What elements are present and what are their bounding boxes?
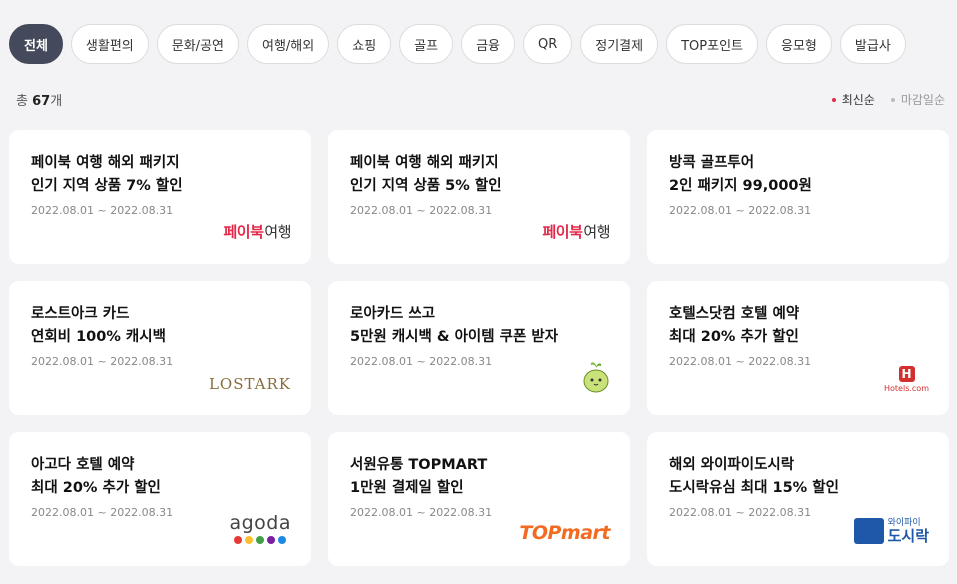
agoda-dots xyxy=(234,536,287,544)
event-title: 호텔스닷컴 호텔 예약 최대 20% 추가 할인 xyxy=(669,306,800,345)
tab-shopping[interactable]: 쇼핑 xyxy=(337,24,392,64)
topmart-logo: TOPmart xyxy=(519,522,610,544)
event-title: 페이북 여행 해외 패키지 인기 지역 상품 7% 할인 xyxy=(31,155,183,194)
sort-options: 최신순 마감일순 xyxy=(831,91,945,108)
wifi-dosirak-logo: 와이파이 도시락 xyxy=(853,518,929,544)
agoda-dot xyxy=(245,536,254,544)
event-card[interactable]: 해외 와이파이도시락 도시락유심 최대 15% 할인 2022.08.01 ~ 2… xyxy=(647,432,949,566)
tab-subscription[interactable]: 정기결제 xyxy=(580,24,659,64)
event-period: 2022.08.01 ~ 2022.08.31 xyxy=(31,355,174,368)
event-card[interactable]: 로아카드 쓰고 5만원 캐시백 & 아이템 쿠폰 받자 2022.08.01 ~ … xyxy=(328,281,630,415)
event-title: 방콕 골프투어 2인 패키지 99,000원 xyxy=(669,155,812,194)
event-period: 2022.08.01 ~ 2022.08.31 xyxy=(31,204,174,217)
tab-issuer[interactable]: 발급사 xyxy=(839,24,906,64)
event-title: 아고다 호텔 예약 최대 20% 추가 할인 xyxy=(31,457,161,496)
hotels-com-logo: H Hotels.com xyxy=(884,366,929,393)
tab-travel[interactable]: 여행/해외 xyxy=(247,24,330,64)
tab-golf[interactable]: 골프 xyxy=(399,24,454,64)
total-count: 총 67개 xyxy=(16,94,63,109)
event-card[interactable]: 서원유통 TOPMART 1만원 결제일 할인 2022.08.01 ~ 2022… xyxy=(328,432,630,566)
agoda-dot xyxy=(234,536,243,544)
event-card[interactable]: 로스트아크 카드 연회비 100% 캐시백 2022.08.01 ~ 2022.0… xyxy=(9,281,311,415)
tab-culture[interactable]: 문화/공연 xyxy=(156,24,239,64)
hotels-mark: H xyxy=(898,366,915,382)
hotels-wordmark: Hotels.com xyxy=(884,384,929,393)
tab-all[interactable]: 전체 xyxy=(9,24,63,64)
sort-latest[interactable]: 최신순 xyxy=(831,91,875,108)
event-period: 2022.08.01 ~ 2022.08.31 xyxy=(350,204,493,217)
event-card[interactable]: 페이북 여행 해외 패키지 인기 지역 상품 5% 할인 2022.08.01 ~… xyxy=(328,130,630,264)
event-grid: 페이북 여행 해외 패키지 인기 지역 상품 7% 할인 2022.08.01 ~… xyxy=(9,130,949,566)
tab-finance[interactable]: 금융 xyxy=(461,24,515,64)
event-card[interactable]: 호텔스닷컴 호텔 예약 최대 20% 추가 할인 2022.08.01 ~ 202… xyxy=(647,281,949,415)
event-title: 로스트아크 카드 연회비 100% 캐시백 xyxy=(31,306,166,345)
tab-qr[interactable]: QR xyxy=(523,24,573,64)
agoda-dot xyxy=(278,536,287,544)
event-title: 페이북 여행 해외 패키지 인기 지역 상품 5% 할인 xyxy=(350,155,502,194)
event-title: 서원유통 TOPMART 1만원 결제일 할인 xyxy=(350,457,488,496)
event-period: 2022.08.01 ~ 2022.08.31 xyxy=(669,204,812,217)
event-period: 2022.08.01 ~ 2022.08.31 xyxy=(350,355,493,368)
tab-living[interactable]: 생활편의 xyxy=(70,24,149,64)
event-card[interactable]: 아고다 호텔 예약 최대 20% 추가 할인 2022.08.01 ~ 2022.… xyxy=(9,432,311,566)
lostark-logo: LOSTARK xyxy=(208,375,291,393)
paybook-travel-logo: 페이북 여행 xyxy=(542,223,610,241)
event-card[interactable]: 방콕 골프투어 2인 패키지 99,000원 2022.08.01 ~ 2022.… xyxy=(647,130,949,264)
paybook-travel-logo: 페이북 여행 xyxy=(223,223,291,241)
event-title: 해외 와이파이도시락 도시락유심 최대 15% 할인 xyxy=(669,457,839,496)
sort-dot xyxy=(890,97,895,102)
wifi-icon xyxy=(853,518,884,544)
category-tabs: 전체 생활편의 문화/공연 여행/해외 쇼핑 골프 금융 QR 정기결제 TOP… xyxy=(9,24,906,64)
sort-deadline[interactable]: 마감일순 xyxy=(890,91,945,108)
event-period: 2022.08.01 ~ 2022.08.31 xyxy=(350,506,493,519)
sort-dot xyxy=(831,97,836,102)
event-title: 로아카드 쓰고 5만원 캐시백 & 아이템 쿠폰 받자 xyxy=(350,306,559,345)
tab-top-point[interactable]: TOP포인트 xyxy=(666,24,759,64)
agoda-dot xyxy=(256,536,265,544)
tab-entry[interactable]: 응모형 xyxy=(766,24,832,64)
event-card[interactable]: 페이북 여행 해외 패키지 인기 지역 상품 7% 할인 2022.08.01 ~… xyxy=(9,130,311,264)
list-header: 총 67개 최신순 마감일순 xyxy=(16,90,945,109)
mokoko-mascot-icon xyxy=(582,361,610,393)
agoda-dot xyxy=(267,536,276,544)
agoda-logo: agoda xyxy=(229,513,291,544)
